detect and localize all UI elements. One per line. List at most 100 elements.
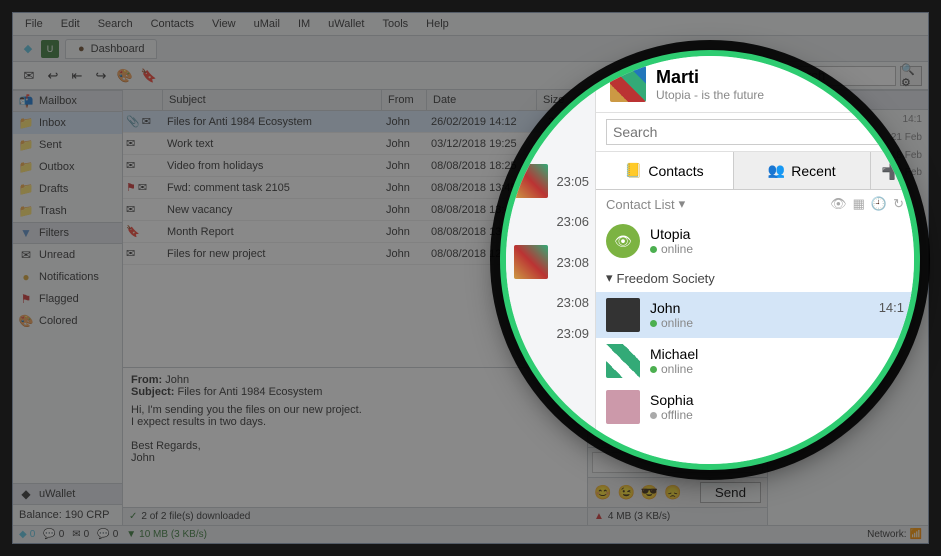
clock-icon[interactable]: 🕘 — [871, 196, 887, 212]
mail-icon: ✉ — [126, 159, 135, 172]
from-label: From: — [131, 374, 162, 386]
mag-search — [596, 113, 914, 152]
folder-icon: 📁 — [19, 138, 33, 152]
contact-group[interactable]: ▾ Freedom Society — [596, 264, 914, 292]
menu-contacts[interactable]: Contacts — [143, 15, 202, 33]
avatar: 👁 — [606, 224, 640, 258]
avatar — [514, 245, 548, 279]
contact-sophia[interactable]: Sophia offline — [596, 384, 914, 430]
add-contact-button[interactable]: ➕ — [870, 152, 914, 189]
reply-all-icon[interactable]: ⇤ — [67, 66, 87, 86]
menu-tools[interactable]: Tools — [374, 15, 416, 33]
sync-icon[interactable]: ↻ — [893, 196, 904, 212]
contact-michael[interactable]: Michael online — [596, 338, 914, 384]
emoji-sad-icon[interactable]: 😞 — [664, 484, 681, 501]
reply-icon[interactable]: ↩ — [43, 66, 63, 86]
filter-icon: ▼ — [19, 226, 33, 240]
filter-flagged[interactable]: ⚑Flagged — [13, 288, 122, 310]
contact-name: Utopia — [650, 226, 693, 242]
lock-icon[interactable]: 🔒 — [883, 76, 900, 93]
gem-icon[interactable]: ◆ — [19, 40, 37, 58]
folder-drafts[interactable]: 📁Drafts — [13, 178, 122, 200]
bell-icon: ● — [19, 270, 33, 284]
folder-icon: 📁 — [19, 160, 33, 174]
tab-contacts[interactable]: 📒 Contacts — [596, 152, 734, 189]
menu-uwallet[interactable]: uWallet — [320, 15, 372, 33]
contact-list-hdr[interactable]: Contact List ▾ 👁 ▦ 🕘 ↻ — [596, 190, 914, 218]
globe-icon: ● — [78, 43, 85, 55]
plus-icon: ➕ — [881, 160, 903, 181]
wallet-icon: ◆ — [19, 487, 33, 501]
contact-status: online — [650, 242, 693, 256]
folder-trash[interactable]: 📁Trash — [13, 200, 122, 222]
emoji-smile-icon[interactable]: 😊 — [594, 484, 611, 501]
filter-notifications[interactable]: ●Notifications — [13, 266, 122, 288]
menu-help[interactable]: Help — [418, 15, 457, 33]
contact-name: Michael — [650, 346, 698, 362]
mag-tabs: 📒 Contacts 👥 Recent ➕ — [596, 152, 914, 190]
mail-icon: ✉ — [138, 181, 147, 194]
filter-unread[interactable]: ✉Unread — [13, 244, 122, 266]
mag-msg: 23:09 — [506, 318, 595, 349]
chat-toolbar: 😊 😉 😎 😞 Send — [588, 477, 767, 507]
mag-user-header: Marti Utopia - is the future 🔒 — [596, 56, 914, 113]
compose-icon[interactable]: ✉ — [19, 66, 39, 86]
menu-edit[interactable]: Edit — [53, 15, 88, 33]
user-tagline: Utopia - is the future — [656, 88, 764, 102]
mag-chat-times: 23:05 23:06 23:08 23:08 23:09 — [506, 56, 596, 464]
contact-utopia[interactable]: 👁 Utopia online — [596, 218, 914, 264]
app-icon[interactable]: U — [41, 40, 59, 58]
col-icons[interactable] — [123, 90, 163, 110]
folder-outbox[interactable]: 📁Outbox — [13, 156, 122, 178]
flag-icon: ⚑ — [126, 181, 136, 194]
online-dot-icon — [650, 366, 657, 373]
palette-icon[interactable]: 🎨 — [115, 66, 135, 86]
mailbox-icon: 📬 — [19, 94, 33, 108]
sb-download: ▼ 10 MB (3 KB/s) — [126, 529, 207, 540]
menu-file[interactable]: File — [17, 15, 51, 33]
mag-msg: 23:08 — [506, 287, 595, 318]
sb-msg-icon: 💬 0 — [97, 529, 118, 540]
eye-off-icon[interactable]: 👁 — [830, 196, 847, 212]
filter-colored[interactable]: 🎨Colored — [13, 310, 122, 332]
user-name: Marti — [656, 67, 764, 88]
magnifier-overlay: 23:05 23:06 23:08 23:08 23:09 Marti Utop… — [500, 50, 920, 470]
online-dot-icon — [650, 246, 657, 253]
tab-label: Dashboard — [91, 43, 145, 55]
recent-icon: 👥 — [768, 162, 785, 179]
chevron-down-icon: ▾ — [606, 270, 613, 286]
col-subject[interactable]: Subject — [163, 90, 382, 110]
subject-value: Files for Anti 1984 Ecosystem — [177, 386, 322, 398]
calendar-icon[interactable]: ▦ — [853, 196, 865, 212]
tab-dashboard[interactable]: ● Dashboard — [65, 39, 157, 59]
upload-icon: ▲ — [594, 511, 604, 522]
tab-recent[interactable]: 👥 Recent — [734, 152, 871, 189]
mailbox-header[interactable]: 📬 Mailbox — [13, 90, 122, 112]
emoji-cool-icon[interactable]: 😎 — [641, 484, 658, 501]
mag-msg: 23:05 — [506, 156, 595, 206]
send-button[interactable]: Send — [700, 482, 761, 503]
search-input[interactable] — [606, 119, 904, 145]
folder-sent[interactable]: 📁Sent — [13, 134, 122, 156]
mail-icon: ✉ — [142, 115, 151, 128]
filters-header[interactable]: ▼Filters — [13, 222, 122, 244]
menu-view[interactable]: View — [204, 15, 244, 33]
contact-john[interactable]: John online 14:1 — [596, 292, 914, 338]
menu-im[interactable]: IM — [290, 15, 318, 33]
sb-gem-icon: ◆ 0 — [19, 529, 35, 540]
sidebar: 📬 Mailbox 📁Inbox 📁Sent 📁Outbox 📁Drafts 📁… — [13, 90, 123, 525]
menu-umail[interactable]: uMail — [246, 15, 288, 33]
menu-search[interactable]: Search — [90, 15, 141, 33]
contact-name: Sophia — [650, 392, 694, 408]
forward-icon[interactable]: ↪ — [91, 66, 111, 86]
emoji-wink-icon[interactable]: 😉 — [617, 484, 634, 501]
folder-icon: 📁 — [19, 116, 33, 130]
wallet-header[interactable]: ◆uWallet — [13, 483, 122, 505]
sb-network: Network: 📶 — [867, 529, 922, 540]
contact-status: online — [650, 316, 693, 330]
folder-inbox[interactable]: 📁Inbox — [13, 112, 122, 134]
wallet-balance: Balance: 190 CRP — [13, 505, 122, 525]
bookmark-icon[interactable]: 🔖 — [139, 66, 159, 86]
col-from[interactable]: From — [382, 90, 427, 110]
folder-icon: 📁 — [19, 204, 33, 218]
